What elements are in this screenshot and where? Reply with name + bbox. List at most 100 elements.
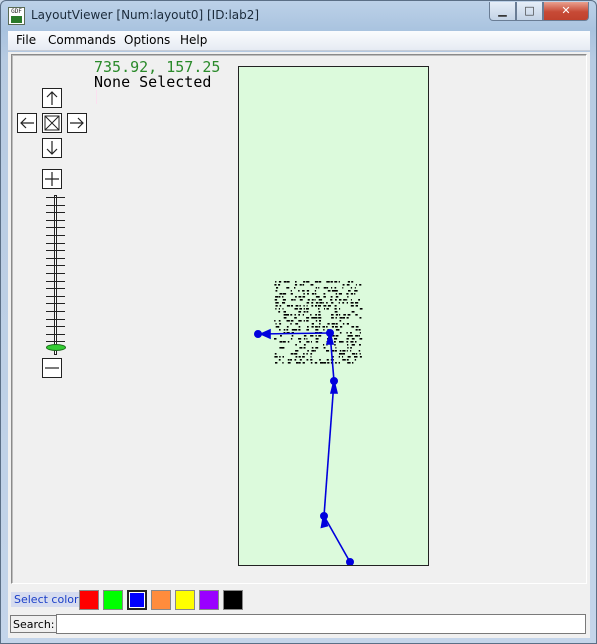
path-node[interactable] [330, 376, 339, 385]
close-button[interactable]: ✕ [543, 2, 589, 21]
cell-mark [323, 293, 326, 295]
pan-down-button[interactable] [42, 138, 62, 158]
slider-tick [46, 326, 65, 328]
cell-mark [335, 314, 339, 316]
menu-options[interactable]: Options [124, 33, 170, 47]
cell-mark [311, 302, 314, 304]
cell-mark [275, 290, 278, 292]
cell-mark [331, 287, 333, 289]
cell-mark [303, 293, 305, 295]
path-node[interactable] [254, 329, 263, 338]
cell-mark [320, 362, 324, 364]
cell-mark [299, 308, 302, 310]
maximize-button[interactable]: □ [516, 2, 543, 21]
zoom-slider-thumb[interactable] [46, 344, 66, 351]
cell-mark [306, 353, 308, 355]
menu-help[interactable]: Help [180, 33, 207, 47]
color-swatch-purple[interactable] [199, 590, 219, 610]
cell-mark [275, 281, 277, 283]
cell-mark [347, 347, 349, 349]
color-swatch-blue[interactable] [127, 590, 147, 610]
pan-left-button[interactable] [17, 113, 37, 133]
cell-mark [330, 281, 333, 283]
cell-mark [298, 296, 302, 298]
color-swatch-green[interactable] [103, 590, 123, 610]
cell-mark [355, 284, 357, 286]
layout-canvas[interactable] [238, 66, 429, 566]
color-swatch-yellow[interactable] [175, 590, 195, 610]
pan-up-button[interactable] [42, 88, 62, 108]
cell-mark [323, 329, 325, 331]
cell-mark [279, 341, 283, 343]
color-swatch-black[interactable] [223, 590, 243, 610]
cell-mark [335, 296, 339, 298]
slider-tick [46, 250, 65, 252]
layout-drawing [254, 281, 363, 565]
cell-mark [334, 287, 337, 289]
cell-mark [338, 362, 340, 364]
path-node[interactable] [326, 328, 335, 337]
path-node[interactable] [320, 511, 329, 520]
cell-mark [287, 359, 290, 361]
cell-mark [359, 332, 361, 334]
cell-mark [310, 335, 314, 337]
cell-mark [339, 320, 342, 322]
arrow-down-icon [46, 141, 58, 155]
menu-file[interactable]: File [16, 33, 36, 47]
cell-mark [346, 284, 350, 286]
cell-mark [315, 338, 319, 340]
cell-mark [326, 326, 328, 328]
minus-icon [45, 367, 59, 369]
slider-tick [46, 273, 65, 274]
zoom-in-button[interactable] [42, 169, 62, 189]
slider-tick [46, 303, 65, 305]
cell-mark [311, 347, 314, 349]
cell-mark [311, 350, 315, 352]
window-title: LayoutViewer [Num:layout0] [ID:lab2] [31, 8, 260, 22]
pan-right-button[interactable] [67, 113, 87, 133]
cell-mark [354, 293, 356, 295]
cell-mark [278, 320, 281, 322]
arrow-head [259, 328, 271, 340]
cell-mark [302, 314, 304, 316]
cell-mark [334, 350, 337, 352]
cell-mark [307, 299, 310, 301]
slider-tick [46, 318, 65, 320]
cell-mark [331, 326, 334, 328]
cell-mark [324, 308, 325, 310]
app-icon[interactable]: GDF [8, 7, 25, 25]
fit-view-button[interactable] [42, 113, 62, 133]
cell-mark [279, 293, 283, 295]
zoom-out-button[interactable] [42, 358, 62, 378]
cell-mark [276, 287, 279, 289]
cell-mark [299, 305, 301, 307]
cell-mark [282, 299, 286, 301]
menu-commands[interactable]: Commands [48, 33, 116, 47]
minimize-button[interactable]: ▁ [489, 2, 516, 21]
cell-mark [295, 350, 299, 352]
cell-mark [338, 302, 340, 304]
cell-mark [354, 287, 356, 289]
cell-mark [295, 323, 299, 325]
cell-mark [287, 362, 291, 364]
cell-mark [338, 356, 340, 358]
color-swatch-red[interactable] [79, 590, 99, 610]
cell-mark [294, 353, 298, 355]
cell-mark [326, 302, 328, 304]
cell-mark [295, 281, 297, 283]
title-bar[interactable]: GDF LayoutViewer [Num:layout0] [ID:lab2]… [1, 1, 596, 31]
path-node[interactable] [346, 558, 354, 565]
cell-mark [338, 281, 340, 283]
color-swatch-orange[interactable] [151, 590, 171, 610]
search-input[interactable] [56, 614, 586, 634]
cell-mark [274, 356, 278, 358]
cell-mark [278, 308, 280, 310]
cell-mark [310, 314, 312, 316]
cell-mark [286, 320, 290, 322]
cell-mark [359, 308, 363, 310]
cell-mark [275, 362, 278, 364]
divider [96, 90, 97, 104]
cell-mark [302, 284, 305, 286]
cell-mark [294, 299, 296, 301]
cell-mark [355, 341, 357, 343]
